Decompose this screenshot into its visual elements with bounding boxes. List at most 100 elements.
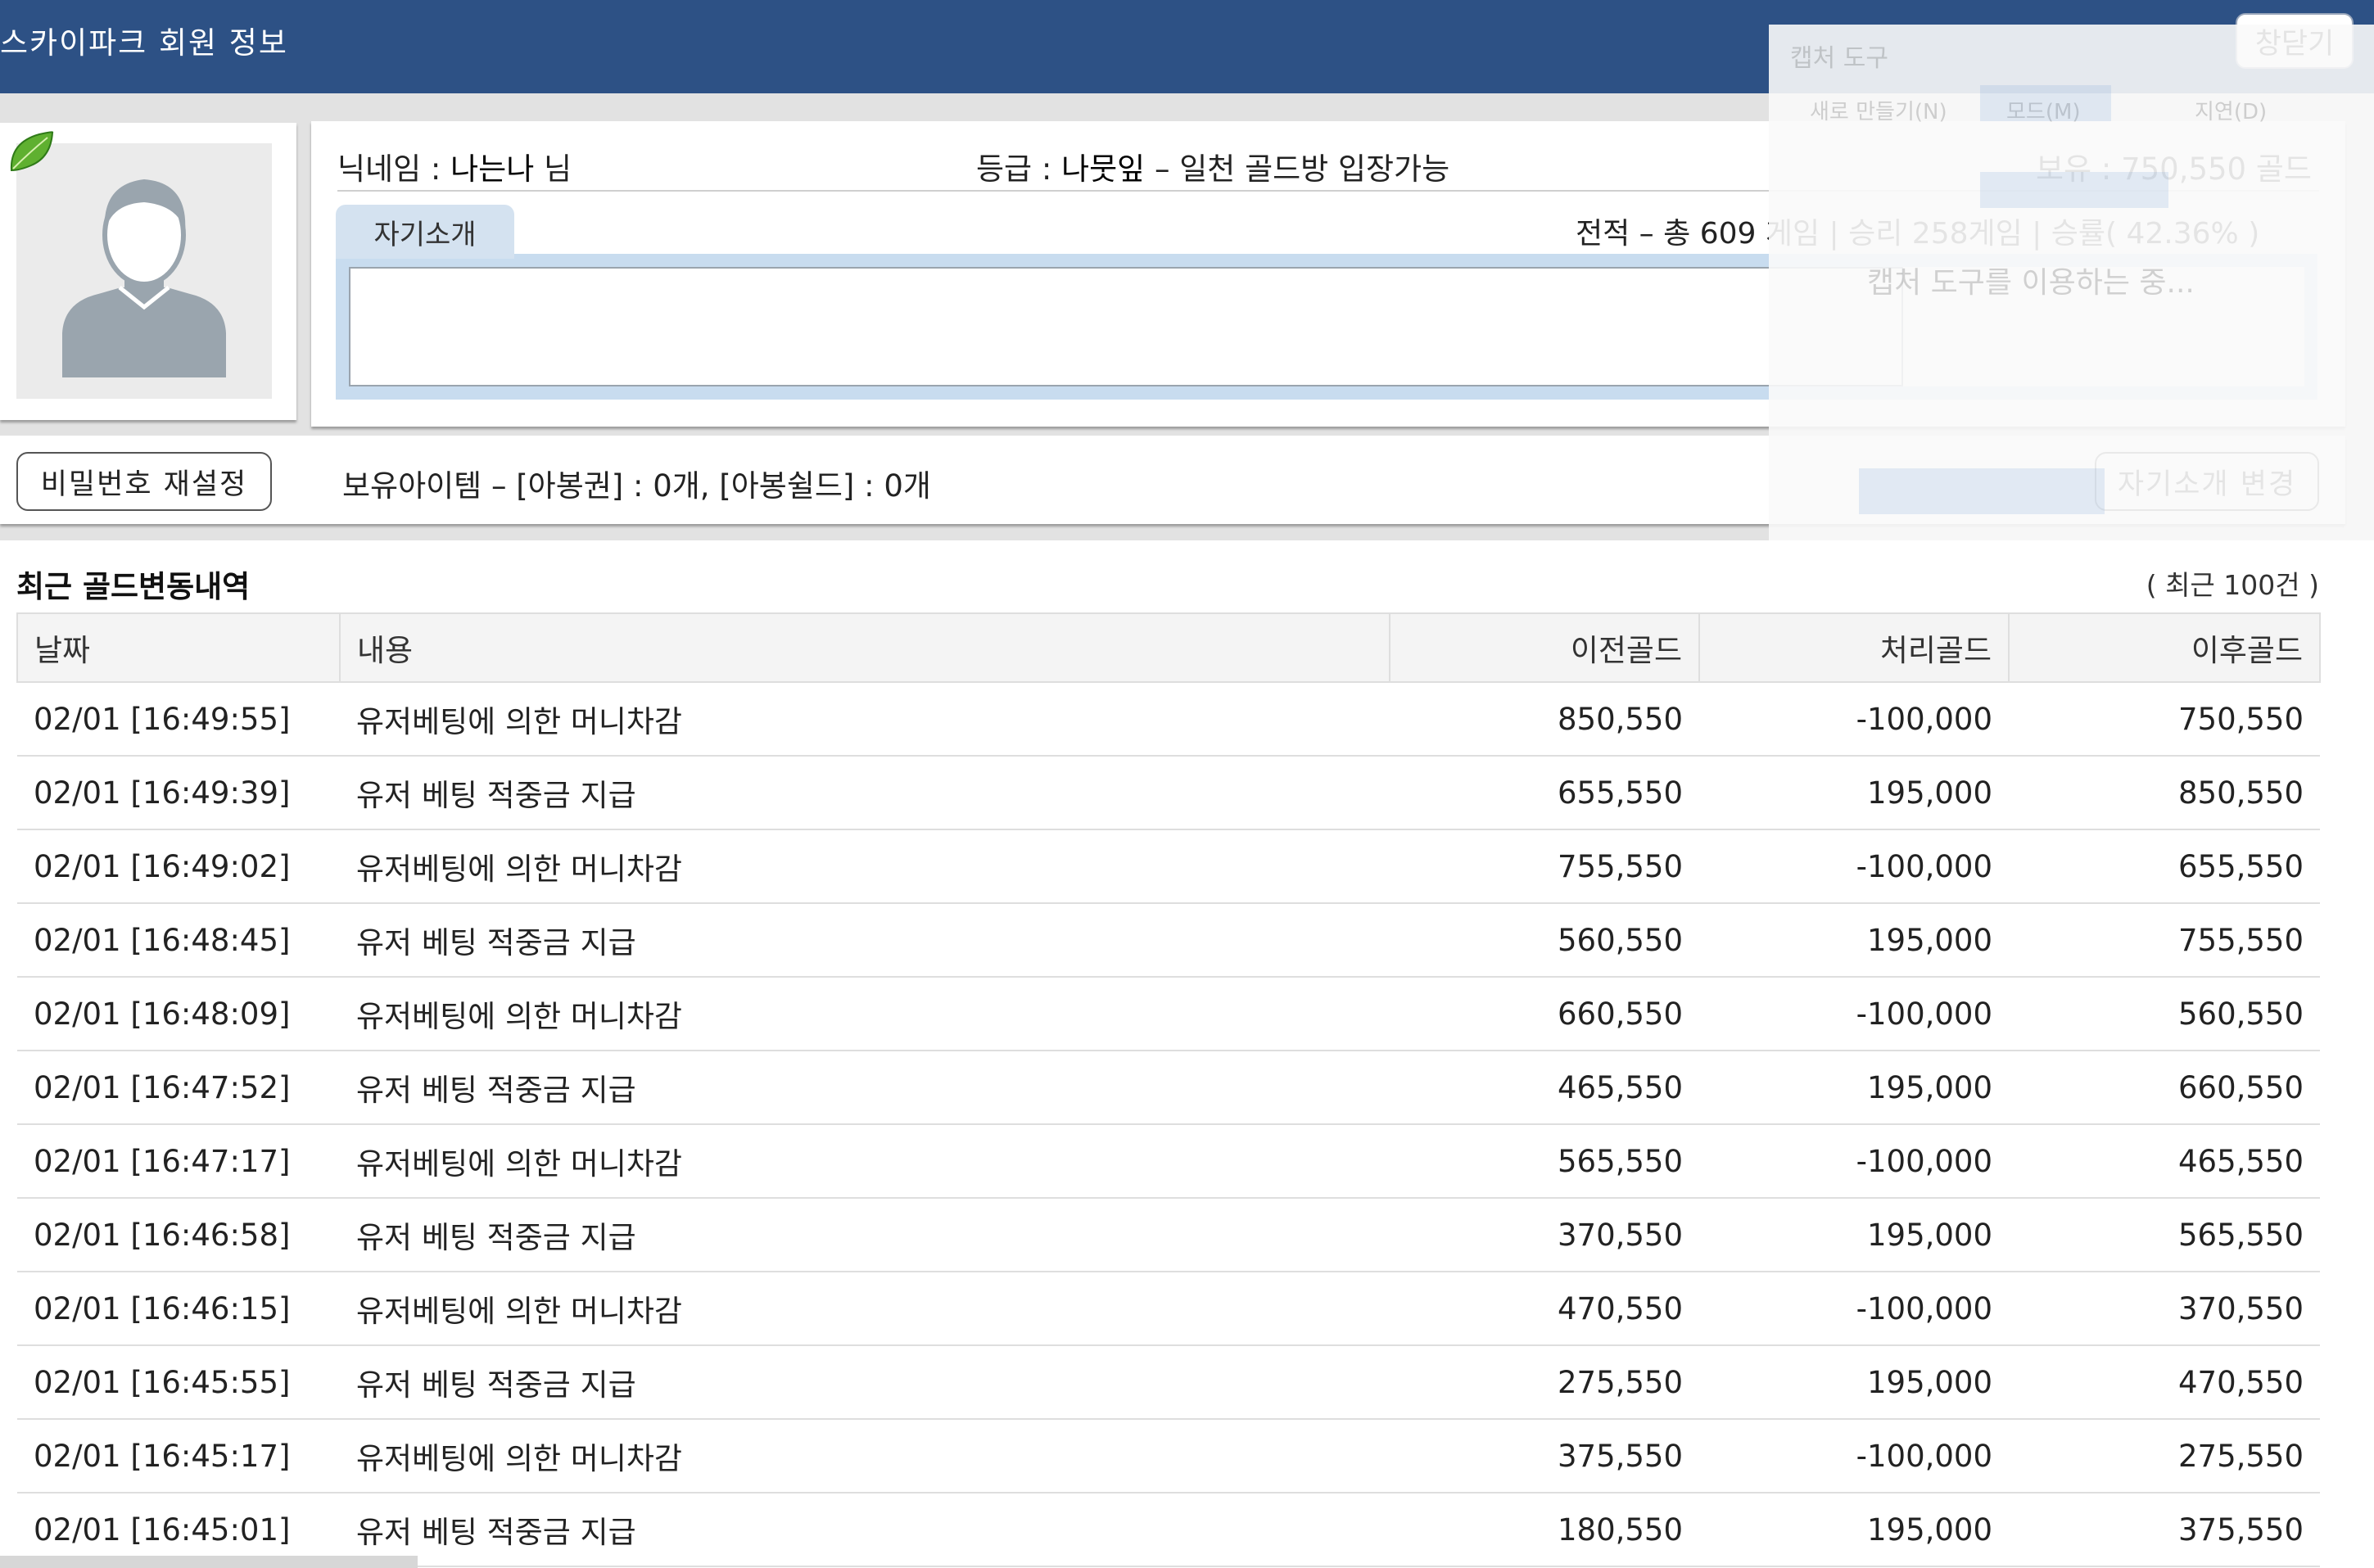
cell-change-gold: -100,000 [1699, 682, 2009, 757]
cell-date: 02/01 [16:49:55] [17, 682, 340, 757]
cell-change-gold: -100,000 [1699, 829, 2009, 904]
cell-before-gold: 370,550 [1390, 1198, 1699, 1272]
table-row: 02/01 [16:46:15] 유저베팅에 의한 머니차감 470,550 -100… [17, 1272, 2320, 1346]
cell-content: 유저베팅에 의한 머니차감 [340, 1419, 1390, 1493]
nickname-value: 나는나 [450, 151, 535, 187]
column-header-before: 이전골드 [1389, 612, 1700, 683]
tab-self-intro[interactable]: 자기소개 [336, 205, 514, 259]
table-row: 02/01 [16:48:45] 유저 베팅 적중금 지급 560,550 195,0… [17, 903, 2320, 978]
cell-after-gold: 565,550 [2009, 1198, 2320, 1272]
table-row: 02/01 [16:45:55] 유저 베팅 적중금 지급 275,550 195,0… [17, 1345, 2320, 1420]
avatar [16, 143, 272, 399]
reset-password-button[interactable]: 비밀번호 재설정 [16, 452, 272, 511]
cell-content: 유저 베팅 적중금 지급 [340, 1493, 1390, 1567]
history-title: 최근 골드변동내역 [16, 569, 251, 604]
nickname-label: 닉네임 : [337, 151, 441, 187]
cell-after-gold: 750,550 [2009, 682, 2320, 757]
table-row: 02/01 [16:46:58] 유저 베팅 적중금 지급 370,550 195,0… [17, 1198, 2320, 1272]
cell-date: 02/01 [16:46:15] [17, 1272, 340, 1346]
column-header-content: 내용 [339, 612, 1390, 683]
cell-before-gold: 465,550 [1390, 1051, 1699, 1125]
table-row: 02/01 [16:47:52] 유저 베팅 적중금 지급 465,550 195,0… [17, 1051, 2320, 1125]
window-header: 스카이파크 회원 정보 [0, 0, 2374, 93]
cell-change-gold: 195,000 [1699, 1198, 2009, 1272]
cell-change-gold: 195,000 [1699, 1345, 2009, 1420]
nickname-suffix: 님 [544, 151, 572, 187]
nickname-row: 닉네임 : 나는나 님 [337, 144, 572, 188]
intro-frame-inner [1903, 267, 2304, 386]
cell-date: 02/01 [16:48:09] [17, 977, 340, 1051]
cell-date: 02/01 [16:45:17] [17, 1419, 340, 1493]
cell-before-gold: 565,550 [1390, 1124, 1699, 1199]
cell-after-gold: 560,550 [2009, 977, 2320, 1051]
cell-after-gold: 370,550 [2009, 1272, 2320, 1346]
table-row: 02/01 [16:49:39] 유저 베팅 적중금 지급 655,550 195,0… [17, 756, 2320, 830]
user-silhouette-icon [62, 179, 226, 377]
cell-change-gold: -100,000 [1699, 1124, 2009, 1199]
column-header-change: 처리골드 [1698, 612, 2010, 683]
cell-content: 유저베팅에 의한 머니차감 [340, 682, 1390, 757]
cell-content: 유저베팅에 의한 머니차감 [340, 977, 1390, 1051]
table-row: 02/01 [16:45:17] 유저베팅에 의한 머니차감 375,550 -100… [17, 1419, 2320, 1493]
change-intro-button[interactable]: 자기소개 변경 [2095, 452, 2319, 511]
cell-change-gold: -100,000 [1699, 1419, 2009, 1493]
close-window-button[interactable]: 창닫기 [2236, 13, 2354, 69]
bottom-strip [0, 1556, 418, 1568]
window-title: 스카이파크 회원 정보 [0, 25, 288, 61]
cell-after-gold: 655,550 [2009, 829, 2320, 904]
cell-date: 02/01 [16:45:55] [17, 1345, 340, 1420]
grade-value: 나뭇잎 [1061, 151, 1146, 187]
table-row: 02/01 [16:49:02] 유저베팅에 의한 머니차감 755,550 -100… [17, 829, 2320, 904]
owned-items: 보유아이템 – [아봉권] : 0개, [아봉쉴드] : 0개 [342, 468, 931, 504]
divider [337, 190, 2319, 192]
table-row: 02/01 [16:48:09] 유저베팅에 의한 머니차감 660,550 -100… [17, 977, 2320, 1051]
cell-change-gold: 195,000 [1699, 756, 2009, 830]
cell-after-gold: 375,550 [2009, 1493, 2320, 1567]
cell-content: 유저 베팅 적중금 지급 [340, 756, 1390, 830]
leaf-icon [10, 131, 54, 172]
column-header-date: 날짜 [16, 612, 341, 683]
cell-change-gold: -100,000 [1699, 1272, 2009, 1346]
cell-content: 유저 베팅 적중금 지급 [340, 903, 1390, 978]
history-body: 02/01 [16:49:55] 유저베팅에 의한 머니차감 850,550 -100… [17, 682, 2320, 1567]
game-record: 전적 – 총 609 게임 | 승리 258게임 | 승률( 42.36% ) [1576, 217, 2260, 251]
cell-date: 02/01 [16:49:39] [17, 756, 340, 830]
cell-before-gold: 470,550 [1390, 1272, 1699, 1346]
cell-before-gold: 660,550 [1390, 977, 1699, 1051]
cell-before-gold: 655,550 [1390, 756, 1699, 830]
cell-before-gold: 755,550 [1390, 829, 1699, 904]
cell-date: 02/01 [16:47:17] [17, 1124, 340, 1199]
cell-date: 02/01 [16:48:45] [17, 903, 340, 978]
cell-after-gold: 755,550 [2009, 903, 2320, 978]
gold-history-table: 날짜 내용 이전골드 처리골드 이후골드 02/01 [16:49:55] 유저베… [16, 612, 2321, 1567]
cell-before-gold: 560,550 [1390, 903, 1699, 978]
cell-before-gold: 850,550 [1390, 682, 1699, 757]
cell-after-gold: 470,550 [2009, 1345, 2320, 1420]
cell-date: 02/01 [16:49:02] [17, 829, 340, 904]
cell-content: 유저 베팅 적중금 지급 [340, 1051, 1390, 1125]
grade-description: – 일천 골드방 입장가능 [1154, 151, 1450, 187]
avatar-panel [0, 123, 296, 420]
table-header-row: 날짜 내용 이전골드 처리골드 이후골드 [16, 612, 2321, 683]
column-header-after: 이후골드 [2008, 612, 2321, 683]
gold-holdings: 보유 : 750,550 골드 [2036, 151, 2312, 187]
cell-after-gold: 850,550 [2009, 756, 2320, 830]
self-intro-textarea[interactable] [349, 267, 1903, 386]
table-row: 02/01 [16:47:17] 유저베팅에 의한 머니차감 565,550 -100… [17, 1124, 2320, 1199]
cell-after-gold: 465,550 [2009, 1124, 2320, 1199]
cell-content: 유저베팅에 의한 머니차감 [340, 1124, 1390, 1199]
table-row: 02/01 [16:49:55] 유저베팅에 의한 머니차감 850,550 -100… [17, 682, 2320, 757]
cell-date: 02/01 [16:46:58] [17, 1198, 340, 1272]
cell-before-gold: 180,550 [1390, 1493, 1699, 1567]
cell-change-gold: -100,000 [1699, 977, 2009, 1051]
cell-date: 02/01 [16:47:52] [17, 1051, 340, 1125]
cell-before-gold: 375,550 [1390, 1419, 1699, 1493]
cell-after-gold: 275,550 [2009, 1419, 2320, 1493]
grade-label: 등급 : [976, 151, 1052, 187]
cell-content: 유저베팅에 의한 머니차감 [340, 829, 1390, 904]
cell-change-gold: 195,000 [1699, 1493, 2009, 1567]
cell-content: 유저베팅에 의한 머니차감 [340, 1272, 1390, 1346]
cell-change-gold: 195,000 [1699, 903, 2009, 978]
history-count: ( 최근 100건 ) [2146, 569, 2319, 601]
grade-row: 등급 : 나뭇잎 – 일천 골드방 입장가능 [976, 144, 1449, 188]
